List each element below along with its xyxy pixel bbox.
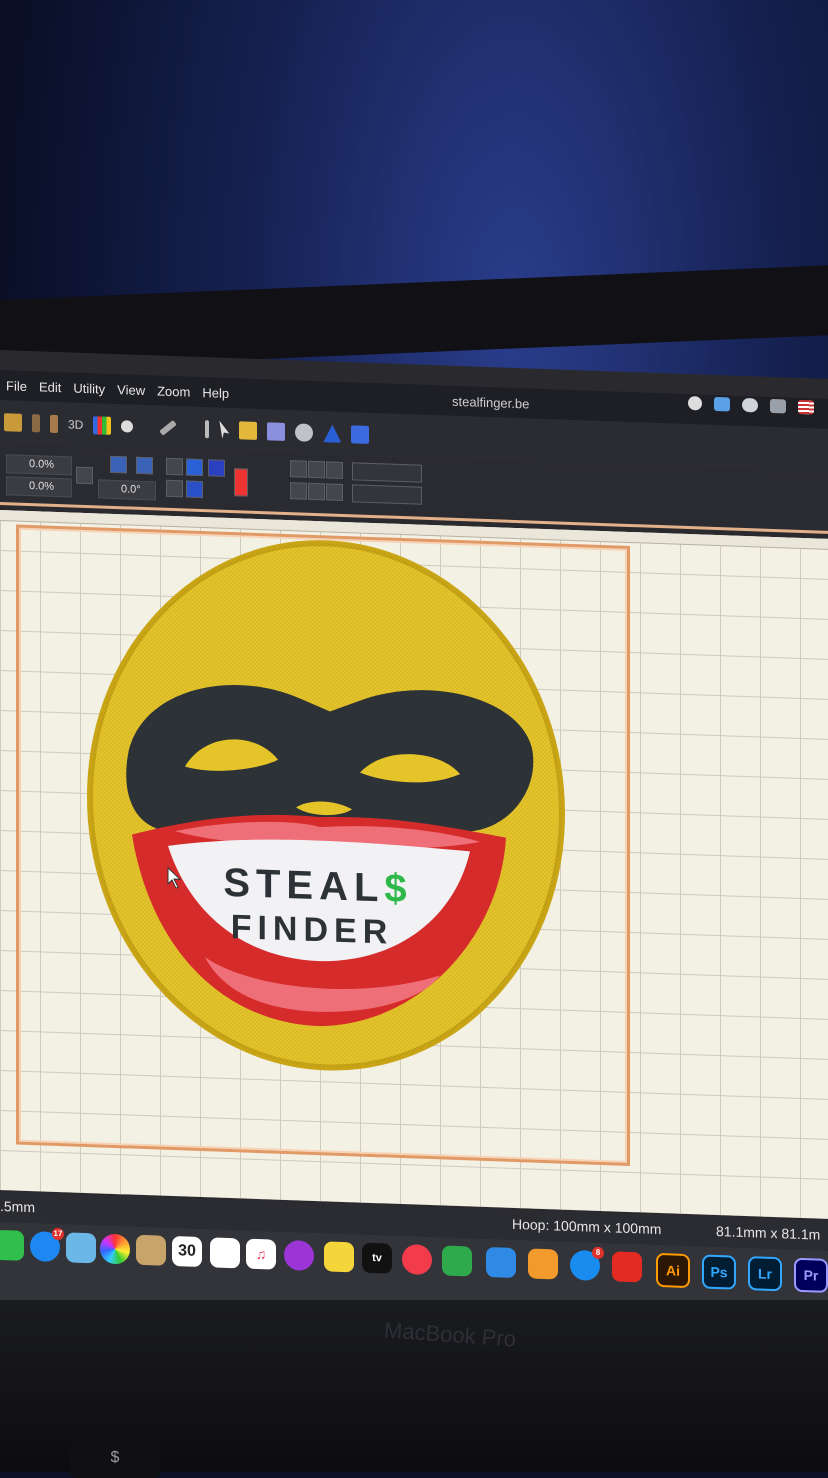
open-icon[interactable] xyxy=(4,413,22,432)
rotation-field[interactable]: 0.0° xyxy=(98,479,156,501)
pointer-icon[interactable] xyxy=(219,421,229,439)
needle-alt-icon[interactable] xyxy=(50,414,58,434)
design-text-steal: STEAL$ xyxy=(223,861,412,912)
menu-view[interactable]: View xyxy=(117,382,145,398)
maps-icon[interactable] xyxy=(66,1232,96,1264)
creative-cloud-icon[interactable] xyxy=(742,397,758,413)
help-icon[interactable] xyxy=(234,468,248,497)
notes-icon[interactable] xyxy=(324,1241,354,1273)
lightroom-icon[interactable]: Lr xyxy=(748,1256,782,1292)
folder-icon[interactable] xyxy=(714,396,730,412)
menu-help[interactable]: Help xyxy=(202,385,229,401)
stitch-pattern-icon[interactable] xyxy=(186,458,203,477)
gear-icon[interactable] xyxy=(295,423,314,442)
scale-y-field[interactable]: 0.0% xyxy=(6,476,72,498)
layout-icon-3[interactable] xyxy=(326,461,343,479)
premiere-icon[interactable]: Pr xyxy=(794,1257,828,1293)
photos-icon[interactable] xyxy=(100,1233,130,1265)
calendar-icon[interactable]: 30 xyxy=(172,1236,202,1268)
design-canvas[interactable]: STEAL$ FINDER xyxy=(0,510,828,1219)
embroidery-design[interactable]: STEAL$ FINDER xyxy=(0,510,828,1219)
photoshop-icon[interactable]: Ps xyxy=(702,1254,736,1290)
left-readout: .5mm xyxy=(0,1198,35,1216)
podcasts-icon[interactable] xyxy=(284,1239,314,1271)
numbers-icon[interactable] xyxy=(442,1245,472,1277)
menu-zoom[interactable]: Zoom xyxy=(157,383,190,399)
display-icon[interactable] xyxy=(770,398,786,414)
view-3d-button[interactable]: 3D xyxy=(68,417,83,432)
align-icon[interactable] xyxy=(166,479,183,498)
design-text-finder: FINDER xyxy=(231,908,394,952)
design-size: 81.1mm x 81.1m xyxy=(716,1223,821,1243)
pen-icon[interactable] xyxy=(205,420,210,439)
node-icon[interactable] xyxy=(186,480,203,499)
facetime-icon[interactable] xyxy=(0,1229,24,1261)
grid-icon[interactable] xyxy=(239,421,258,440)
layout-icon-5[interactable] xyxy=(308,482,325,501)
window-title: stealfinger.be xyxy=(452,393,530,412)
mirror-horizontal-icon[interactable] xyxy=(110,455,127,474)
contacts-icon[interactable] xyxy=(136,1234,166,1266)
stitch-blue-icon[interactable] xyxy=(208,459,225,477)
bar-chart-icon[interactable] xyxy=(93,416,112,435)
app-store-icon[interactable]: 8 xyxy=(570,1246,604,1281)
laptop-screen: File Edit Utility View Zoom Help stealfi… xyxy=(0,350,828,1349)
hoop-size: Hoop: 100mm x 100mm xyxy=(512,1215,662,1238)
text-icon[interactable] xyxy=(323,424,341,443)
shapes-icon[interactable] xyxy=(267,422,286,441)
us-flag-icon[interactable] xyxy=(798,399,814,415)
layout-icon-2[interactable] xyxy=(308,460,325,479)
needle-icon[interactable] xyxy=(32,414,40,433)
layout-icon-1[interactable] xyxy=(290,460,307,478)
menu-extras xyxy=(688,396,814,415)
menu-list: File Edit Utility View Zoom Help xyxy=(6,378,229,401)
keynote-icon[interactable] xyxy=(486,1246,516,1279)
lock-icon[interactable] xyxy=(76,466,93,485)
app-store-badge: 8 xyxy=(592,1246,604,1260)
menu-utility[interactable]: Utility xyxy=(73,381,105,397)
circle-status-icon[interactable] xyxy=(688,396,702,411)
reminders-icon[interactable] xyxy=(210,1237,240,1269)
empty-field-1[interactable] xyxy=(352,462,422,483)
music-icon[interactable]: ♫ xyxy=(246,1238,276,1270)
scale-x-field[interactable]: 0.0% xyxy=(6,454,72,476)
layout-icon-6[interactable] xyxy=(326,483,343,501)
fill-icon[interactable] xyxy=(166,457,183,476)
messages-badge: 17 xyxy=(52,1227,64,1241)
layout-icon-4[interactable] xyxy=(290,482,307,500)
menu-edit[interactable]: Edit xyxy=(39,379,61,395)
apple-tv-icon[interactable]: tv xyxy=(362,1242,392,1274)
mirror-vertical-icon[interactable] xyxy=(136,456,153,475)
messages-icon[interactable]: 17 xyxy=(30,1227,64,1263)
color-palette-icon[interactable] xyxy=(351,425,370,444)
empty-field-2[interactable] xyxy=(352,484,422,505)
ruler-icon[interactable] xyxy=(159,419,178,436)
news-icon[interactable] xyxy=(402,1244,432,1276)
acrobat-icon[interactable] xyxy=(612,1251,642,1283)
keyboard-key: $ xyxy=(70,1438,160,1478)
illustrator-icon[interactable]: Ai xyxy=(656,1252,690,1289)
magnifier-icon[interactable] xyxy=(121,420,134,433)
pages-icon[interactable] xyxy=(528,1248,558,1280)
menu-file[interactable]: File xyxy=(6,378,27,394)
